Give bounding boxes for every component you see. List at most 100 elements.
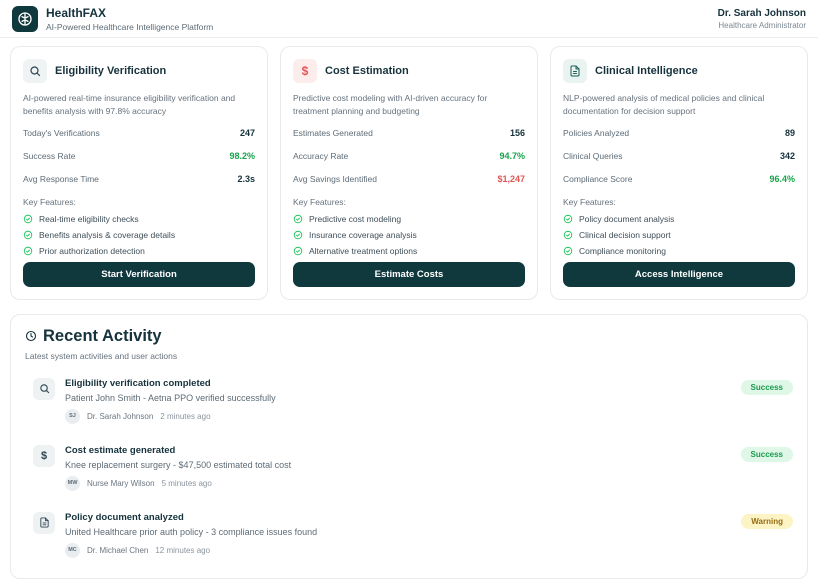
estimate-costs-button[interactable]: Estimate Costs [293,262,525,287]
feature-item: Clinical decision support [563,230,795,240]
card-clinical-intelligence: Clinical Intelligence NLP-powered analys… [550,46,808,300]
card-title: Eligibility Verification [55,65,166,77]
stat-label: Avg Response Time [23,174,99,184]
activity-description: Patient John Smith - Aetna PPO verified … [65,393,731,403]
card-description: AI-powered real-time insurance eligibili… [23,92,255,118]
stat-value: 342 [780,151,795,161]
feature-item: Compliance monitoring [563,246,795,256]
card-eligibility-verification: Eligibility Verification AI-powered real… [10,46,268,300]
avatar: MW [65,476,80,491]
app-tagline: AI-Powered Healthcare Intelligence Platf… [46,22,213,32]
status-badge: Success [741,447,793,462]
activity-item: Policy document analyzed United Healthca… [25,512,793,558]
app-header: HealthFAX AI-Powered Healthcare Intellig… [0,0,818,38]
stat-row: Avg Savings Identified $1,247 [293,168,525,191]
search-icon [33,378,55,400]
stat-value: 98.2% [229,151,255,161]
card-title: Cost Estimation [325,65,409,77]
activity-title: Eligibility verification completed [65,378,731,389]
activity-user: Dr. Michael Chen [87,546,148,555]
activity-time: 2 minutes ago [160,412,210,421]
stat-value: 89 [785,128,795,138]
module-cards: Eligibility Verification AI-powered real… [10,46,808,300]
feature-text: Insurance coverage analysis [309,230,417,240]
stat-label: Success Rate [23,151,75,161]
activity-user: Nurse Mary Wilson [87,479,155,488]
clock-icon [25,330,37,342]
stat-label: Clinical Queries [563,151,623,161]
check-circle-icon [23,214,33,224]
feature-text: Predictive cost modeling [309,214,401,224]
feature-item: Real-time eligibility checks [23,214,255,224]
features-list: Predictive cost modeling Insurance cover… [293,214,525,262]
feature-text: Policy document analysis [579,214,674,224]
stat-label: Avg Savings Identified [293,174,377,184]
check-circle-icon [23,246,33,256]
activity-user: Dr. Sarah Johnson [87,412,153,421]
card-description: Predictive cost modeling with AI-driven … [293,92,525,118]
stat-label: Compliance Score [563,174,632,184]
avatar: MC [65,543,80,558]
features-label: Key Features: [23,197,255,207]
stat-row: Today's Verifications 247 [23,122,255,145]
activity-description: Knee replacement surgery - $47,500 estim… [65,460,731,470]
document-icon [33,512,55,534]
features-list: Policy document analysis Clinical decisi… [563,214,795,262]
stat-label: Accuracy Rate [293,151,348,161]
feature-text: Prior authorization detection [39,246,145,256]
activity-title: Policy document analyzed [65,512,731,523]
stat-value: 2.3s [237,174,255,184]
user-info: Dr. Sarah Johnson Healthcare Administrat… [718,8,806,30]
stat-row: Policies Analyzed 89 [563,122,795,145]
start-verification-button[interactable]: Start Verification [23,262,255,287]
check-circle-icon [563,246,573,256]
stat-value: 156 [510,128,525,138]
activity-item: $ Cost estimate generated Knee replaceme… [25,445,793,491]
brand-text: HealthFAX AI-Powered Healthcare Intellig… [46,6,213,32]
feature-item: Insurance coverage analysis [293,230,525,240]
activity-body: Policy document analyzed United Healthca… [65,512,731,558]
panel-subtitle: Latest system activities and user action… [25,351,793,361]
user-role: Healthcare Administrator [718,21,806,30]
access-intelligence-button[interactable]: Access Intelligence [563,262,795,287]
recent-activity-panel: Recent Activity Latest system activities… [10,314,808,579]
activity-title: Cost estimate generated [65,445,731,456]
activity-meta: MW Nurse Mary Wilson 5 minutes ago [65,476,731,491]
brain-logo-icon [12,6,38,32]
stat-row: Clinical Queries 342 [563,145,795,168]
dollar-icon: $ [33,445,55,467]
feature-item: Policy document analysis [563,214,795,224]
brand: HealthFAX AI-Powered Healthcare Intellig… [12,6,213,32]
search-icon [23,59,47,83]
activity-description: United Healthcare prior auth policy - 3 … [65,527,731,537]
stat-value: 96.4% [769,174,795,184]
feature-text: Clinical decision support [579,230,671,240]
activity-time: 12 minutes ago [155,546,210,555]
stat-row: Success Rate 98.2% [23,145,255,168]
check-circle-icon [23,230,33,240]
activity-item: Eligibility verification completed Patie… [25,378,793,424]
card-header: Clinical Intelligence [563,59,795,83]
activity-time: 5 minutes ago [162,479,212,488]
features-list: Real-time eligibility checks Benefits an… [23,214,255,262]
panel-title: Recent Activity [43,327,162,346]
stat-label: Today's Verifications [23,128,100,138]
card-header: Eligibility Verification [23,59,255,83]
feature-text: Compliance monitoring [579,246,666,256]
feature-item: Benefits analysis & coverage details [23,230,255,240]
dollar-icon: $ [293,59,317,83]
card-description: NLP-powered analysis of medical policies… [563,92,795,118]
features-label: Key Features: [563,197,795,207]
status-badge: Warning [741,514,793,529]
stat-row: Compliance Score 96.4% [563,168,795,191]
stat-row: Accuracy Rate 94.7% [293,145,525,168]
card-stats: Policies Analyzed 89 Clinical Queries 34… [563,122,795,191]
card-cost-estimation: $ Cost Estimation Predictive cost modeli… [280,46,538,300]
card-header: $ Cost Estimation [293,59,525,83]
check-circle-icon [563,230,573,240]
check-circle-icon [293,246,303,256]
features-label: Key Features: [293,197,525,207]
avatar: SJ [65,409,80,424]
activity-meta: SJ Dr. Sarah Johnson 2 minutes ago [65,409,731,424]
check-circle-icon [563,214,573,224]
